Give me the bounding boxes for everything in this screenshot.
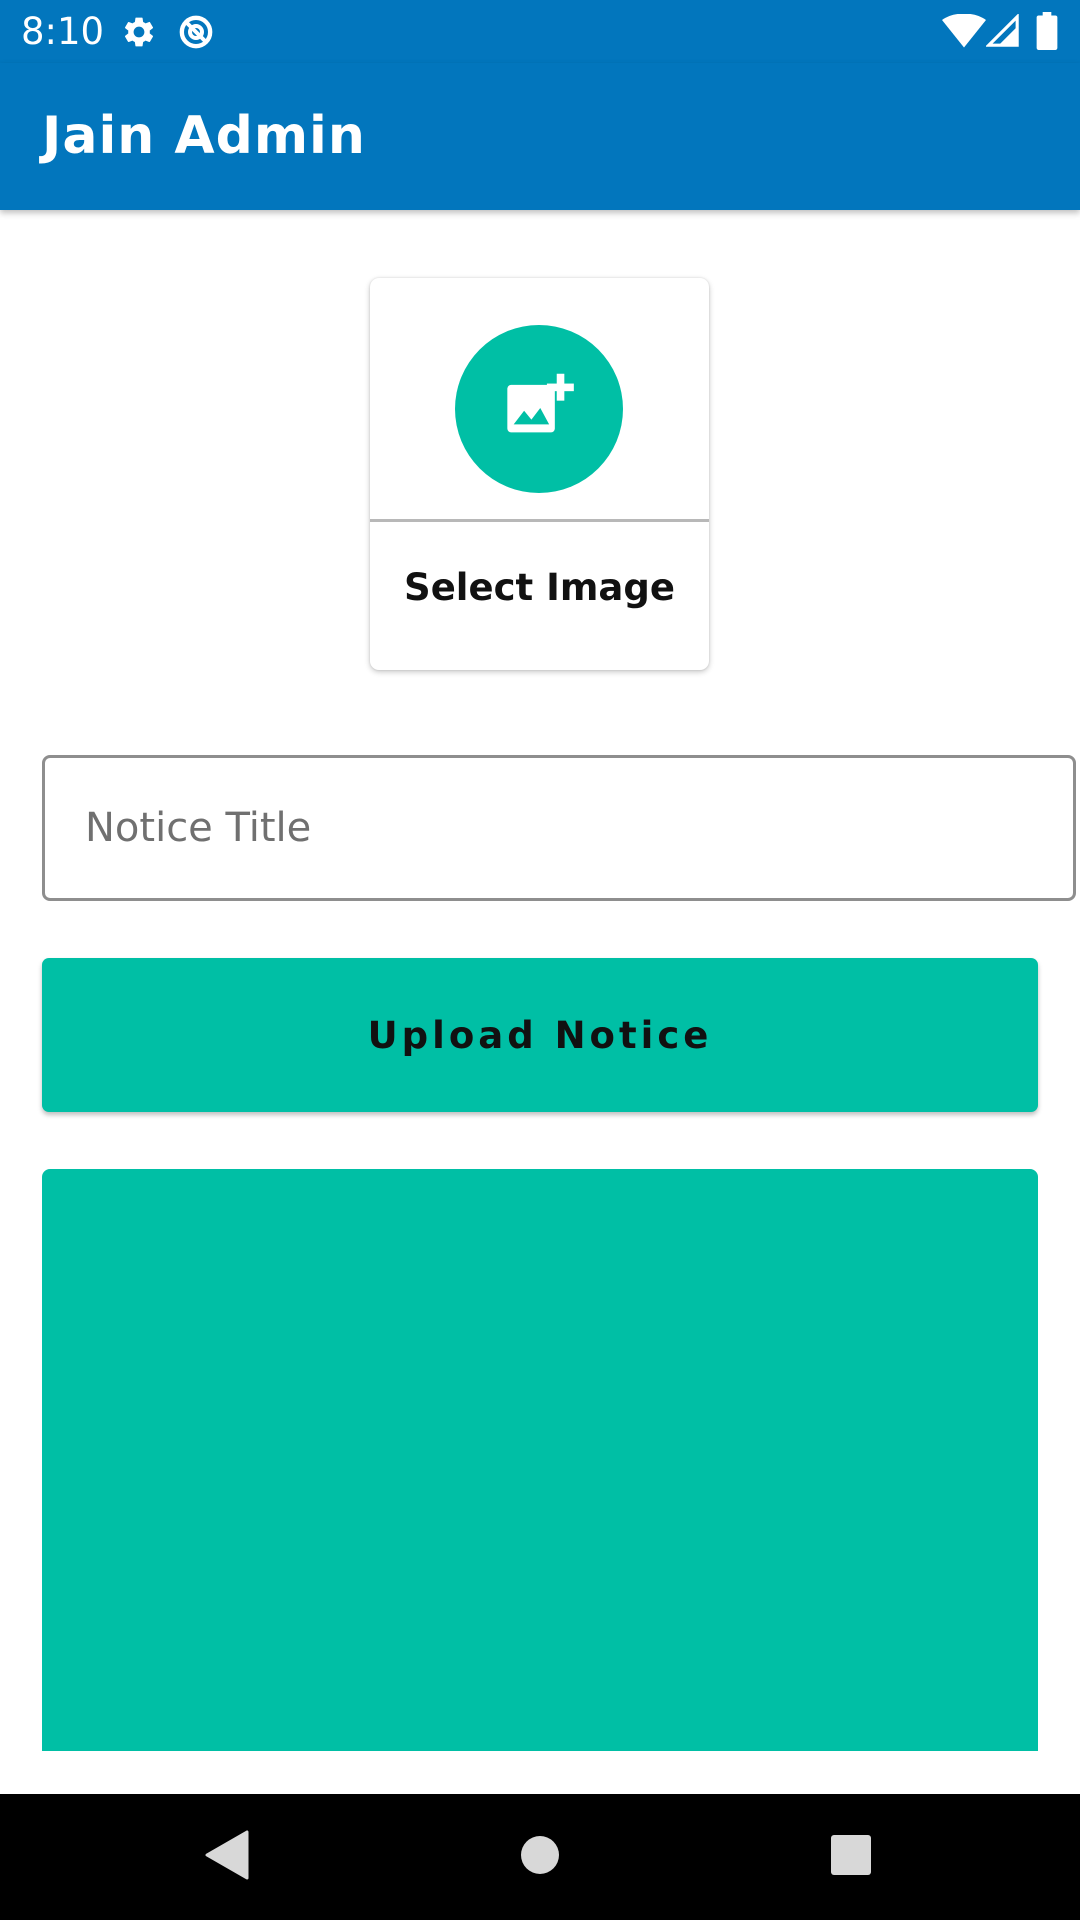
home-icon [520, 1835, 560, 1880]
home-button[interactable] [470, 1794, 610, 1920]
select-image-label: Select Image [404, 566, 675, 609]
recents-icon [831, 1834, 871, 1880]
add-photo-button[interactable] [455, 325, 623, 493]
data-saver-icon [176, 12, 216, 57]
navigation-bar [0, 1794, 1080, 1920]
back-icon [203, 1830, 249, 1885]
battery-icon [1036, 12, 1058, 55]
select-image-card[interactable]: Select Image [370, 278, 709, 670]
recents-button[interactable] [781, 1794, 921, 1920]
upload-notice-button[interactable]: Upload Notice [42, 958, 1038, 1112]
back-button[interactable] [156, 1794, 296, 1920]
gear-icon [121, 14, 157, 55]
wifi-icon [942, 13, 986, 53]
image-preview [42, 1169, 1038, 1751]
app-bar: Jain Admin [0, 63, 1080, 210]
add-photo-icon [501, 369, 577, 450]
status-time: 8:10 [21, 10, 105, 53]
card-divider [370, 519, 709, 522]
app-title: Jain Admin [42, 106, 366, 166]
cell-signal-icon [985, 13, 1020, 53]
notice-title-input[interactable] [42, 755, 1076, 901]
status-bar: 8:10 [0, 0, 1080, 63]
